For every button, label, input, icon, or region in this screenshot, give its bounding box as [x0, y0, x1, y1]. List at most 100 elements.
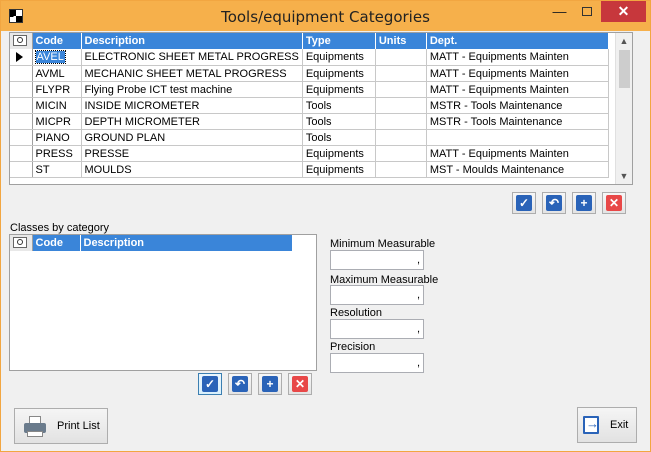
header-row: Code Description [10, 235, 293, 251]
cell-dept[interactable]: MSTR - Tools Maintenance [426, 113, 609, 130]
cell-dept[interactable]: MST - Moulds Maintenance [426, 161, 609, 178]
cell-description[interactable]: Flying Probe ICT test machine [81, 81, 303, 98]
cell-units[interactable] [375, 161, 427, 178]
classes-table: Code Description [10, 235, 293, 251]
cell-units[interactable] [375, 81, 427, 98]
cell-dept[interactable]: MATT - Equipments Mainten [426, 49, 609, 66]
delete-category-button[interactable]: ✕ [602, 192, 626, 214]
cell-description[interactable]: DEPTH MICROMETER [81, 113, 303, 130]
cell-type[interactable]: Equipments [302, 81, 376, 98]
search-grid-button[interactable] [10, 33, 33, 49]
row-indicator [10, 65, 33, 82]
confirm-category-button[interactable]: ✓ [512, 192, 536, 214]
minimize-button[interactable]: — [546, 1, 573, 22]
close-button[interactable]: ✕ [601, 1, 646, 22]
cell-description[interactable]: GROUND PLAN [81, 129, 303, 146]
cell-description[interactable]: INSIDE MICROMETER [81, 97, 303, 114]
cell-units[interactable] [375, 145, 427, 162]
cell-code[interactable]: FLYPR [32, 81, 82, 98]
col-dept-header[interactable]: Dept. [426, 33, 609, 49]
cell-dept[interactable]: MATT - Equipments Mainten [426, 145, 609, 162]
categories-grid[interactable]: Code Description Type Units Dept. AVEL E… [9, 32, 633, 185]
resolution-field[interactable]: , [330, 319, 424, 339]
cell-code[interactable]: PRESS [32, 145, 82, 162]
cell-code[interactable]: PIANO [32, 129, 82, 146]
scroll-thumb[interactable] [619, 50, 630, 88]
title-bar: Tools/equipment Categories — ✕ [1, 1, 650, 31]
confirm-class-button[interactable]: ✓ [198, 373, 222, 395]
cell-code[interactable]: MICPR [32, 113, 82, 130]
table-row[interactable]: MICIN INSIDE MICROMETER Tools MSTR - Too… [10, 97, 609, 114]
undo-category-button[interactable]: ↶ [542, 192, 566, 214]
col-description-header[interactable]: Description [81, 33, 303, 49]
plus-icon: + [576, 195, 592, 211]
col-description-header[interactable]: Description [80, 235, 293, 251]
delete-class-button[interactable]: ✕ [288, 373, 312, 395]
cell-units[interactable] [375, 129, 427, 146]
cell-dept[interactable] [426, 129, 609, 146]
cell-units[interactable] [375, 49, 427, 66]
undo-icon: ↶ [232, 376, 248, 392]
resolution-label: Resolution [330, 307, 382, 319]
exit-icon [583, 416, 599, 434]
cell-dept[interactable]: MSTR - Tools Maintenance [426, 97, 609, 114]
cell-description[interactable]: MECHANIC SHEET METAL PROGRESS [81, 65, 303, 82]
classes-grid[interactable]: Code Description [9, 234, 317, 371]
cell-code[interactable]: ST [32, 161, 82, 178]
table-row[interactable]: FLYPR Flying Probe ICT test machine Equi… [10, 81, 609, 98]
tools-equipment-window: Tools/equipment Categories — ✕ Code Desc… [0, 0, 651, 452]
categories-scrollbar[interactable]: ▲ ▼ [615, 33, 632, 184]
cell-description[interactable]: ELECTRONIC SHEET METAL PROGRESS [81, 49, 303, 66]
cell-type[interactable]: Equipments [302, 145, 376, 162]
minimum-measurable-field[interactable]: , [330, 250, 424, 270]
col-code-header[interactable]: Code [32, 235, 81, 251]
cell-type[interactable]: Equipments [302, 49, 376, 66]
maximum-measurable-field[interactable]: , [330, 285, 424, 305]
maximize-button[interactable] [573, 1, 600, 22]
table-row[interactable]: PRESS PRESSE Equipments MATT - Equipment… [10, 145, 609, 162]
search-classes-button[interactable] [10, 235, 33, 251]
cell-units[interactable] [375, 65, 427, 82]
cell-dept[interactable]: MATT - Equipments Mainten [426, 81, 609, 98]
cell-description[interactable]: PRESSE [81, 145, 303, 162]
add-class-button[interactable]: + [258, 373, 282, 395]
cell-type[interactable]: Equipments [302, 65, 376, 82]
cell-units[interactable] [375, 113, 427, 130]
undo-class-button[interactable]: ↶ [228, 373, 252, 395]
plus-icon: + [262, 376, 278, 392]
header-row: Code Description Type Units Dept. [10, 33, 609, 49]
categories-table: Code Description Type Units Dept. AVEL E… [10, 33, 609, 178]
col-type-header[interactable]: Type [302, 33, 376, 49]
printer-icon [23, 414, 49, 438]
table-row[interactable]: AVML MECHANIC SHEET METAL PROGRESS Equip… [10, 65, 609, 82]
cell-code[interactable]: AVEL [32, 49, 82, 66]
table-row[interactable]: ST MOULDS Equipments MST - Moulds Mainte… [10, 161, 609, 178]
table-row[interactable]: AVEL ELECTRONIC SHEET METAL PROGRESS Equ… [10, 49, 609, 66]
undo-icon: ↶ [546, 195, 562, 211]
cell-code[interactable]: AVML [32, 65, 82, 82]
cell-units[interactable] [375, 97, 427, 114]
cell-description[interactable]: MOULDS [81, 161, 303, 178]
table-row[interactable]: PIANO GROUND PLAN Tools [10, 129, 609, 146]
col-units-header[interactable]: Units [375, 33, 427, 49]
cell-type[interactable]: Tools [302, 113, 376, 130]
row-indicator [10, 49, 33, 66]
exit-button[interactable]: Exit [577, 407, 637, 443]
col-code-header[interactable]: Code [32, 33, 82, 49]
cell-type[interactable]: Tools [302, 97, 376, 114]
row-indicator [10, 97, 33, 114]
cell-type[interactable]: Tools [302, 129, 376, 146]
print-list-button[interactable]: Print List [14, 408, 108, 444]
magnifier-icon [13, 35, 27, 46]
cell-dept[interactable]: MATT - Equipments Mainten [426, 65, 609, 82]
cell-code[interactable]: MICIN [32, 97, 82, 114]
check-icon: ✓ [202, 376, 218, 392]
add-category-button[interactable]: + [572, 192, 596, 214]
scroll-up-icon[interactable]: ▲ [616, 33, 632, 49]
minimum-measurable-label: Minimum Measurable [330, 238, 436, 250]
table-row[interactable]: MICPR DEPTH MICROMETER Tools MSTR - Tool… [10, 113, 609, 130]
cell-type[interactable]: Equipments [302, 161, 376, 178]
scroll-down-icon[interactable]: ▼ [616, 168, 632, 184]
classes-by-category-label: Classes by category [10, 222, 110, 234]
precision-field[interactable]: , [330, 353, 424, 373]
